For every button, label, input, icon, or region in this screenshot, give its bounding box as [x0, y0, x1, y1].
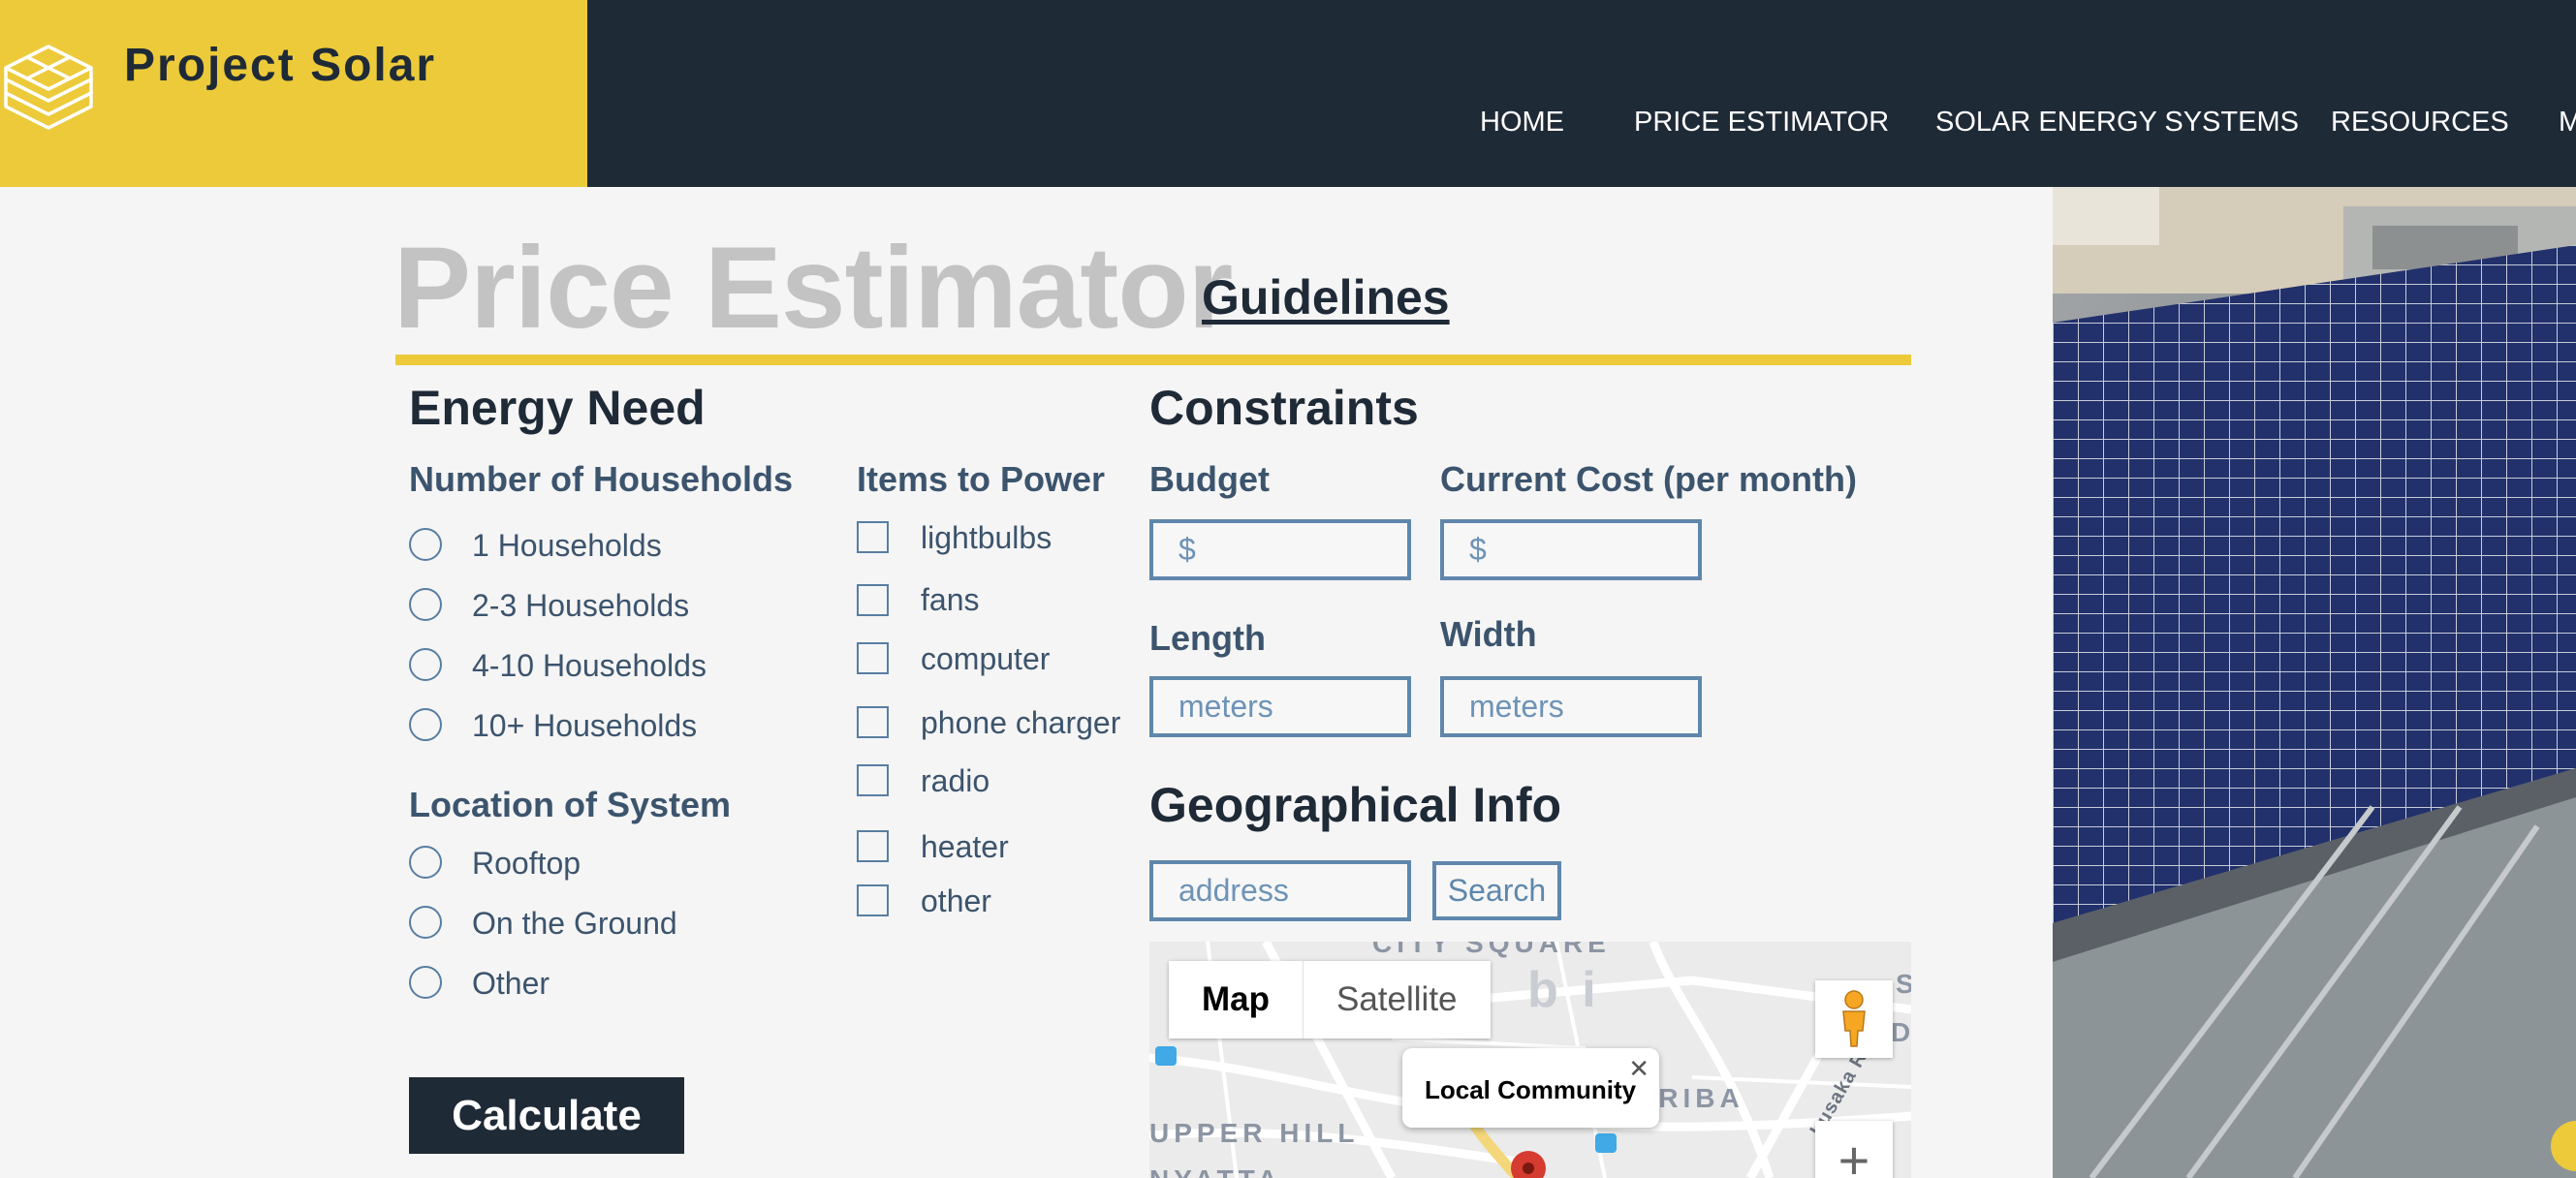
map-label-partial-s: S [1896, 969, 1911, 999]
current-cost-input[interactable]: $ [1440, 519, 1702, 580]
radio-10plus-households-label[interactable]: 10+ Households [472, 708, 697, 744]
zoom-in-button[interactable]: + [1815, 1121, 1893, 1178]
map-type-control: Map Satellite [1169, 961, 1491, 1038]
length-label: Length [1149, 618, 1266, 658]
nav-resources[interactable]: RESOURCES [2331, 107, 2509, 139]
guidelines-link[interactable]: Guidelines [1202, 269, 1450, 326]
radio-rooftop[interactable] [409, 846, 442, 879]
nav-price-estimator[interactable]: PRICE ESTIMATOR [1634, 107, 1889, 139]
households-label: Number of Households [409, 459, 794, 499]
checkbox-other-item-label[interactable]: other [921, 884, 991, 919]
radio-2-3-households[interactable] [409, 588, 442, 621]
location-label: Location of System [409, 785, 732, 824]
info-window-title: Local Community [1425, 1075, 1637, 1104]
checkbox-other-item[interactable] [857, 884, 889, 916]
items-to-power-label: Items to Power [857, 459, 1106, 499]
checkbox-computer-label[interactable]: computer [921, 641, 1050, 677]
stacked-cubes-icon [4, 45, 93, 130]
checkbox-radio[interactable] [857, 764, 889, 796]
checkbox-heater[interactable] [857, 830, 889, 862]
nav-home[interactable]: HOME [1480, 107, 1564, 139]
radio-other-location-label[interactable]: Other [472, 966, 550, 1002]
plus-icon: + [1838, 1130, 1870, 1178]
address-input[interactable]: address [1149, 860, 1411, 921]
length-input[interactable]: meters [1149, 676, 1411, 737]
checkbox-phone-charger[interactable] [857, 706, 889, 738]
close-icon[interactable]: ✕ [1628, 1054, 1649, 1084]
site-header: Project Solar HOME PRICE ESTIMATOR SOLAR… [0, 0, 2576, 187]
map-label-bottom-partial: NYATTA [1149, 1164, 1282, 1178]
width-input[interactable]: meters [1440, 676, 1702, 737]
radio-4-10-households-label[interactable]: 4-10 Households [472, 648, 707, 684]
checkbox-heater-label[interactable]: heater [921, 829, 1009, 865]
checkbox-phone-charger-label[interactable]: phone charger [921, 705, 1120, 741]
checkbox-radio-label[interactable]: radio [921, 763, 990, 799]
calculate-button[interactable]: Calculate [409, 1077, 684, 1154]
radio-other-location[interactable] [409, 966, 442, 999]
map-view-button[interactable]: Map [1169, 961, 1303, 1038]
constraints-heading: Constraints [1149, 381, 1419, 435]
current-cost-label: Current Cost (per month) [1440, 459, 1857, 499]
map-label-partial: b i [1527, 962, 1601, 1018]
checkbox-fans-label[interactable]: fans [921, 582, 979, 618]
solar-panels-photo [2053, 187, 2576, 1178]
satellite-view-button[interactable]: Satellite [1303, 961, 1491, 1038]
checkbox-lightbulbs[interactable] [857, 521, 889, 553]
nav-solar-energy-systems[interactable]: SOLAR ENERGY SYSTEMS [1935, 107, 2299, 139]
map-label-partial-di: DI [1891, 1017, 1911, 1047]
radio-10plus-households[interactable] [409, 708, 442, 741]
title-divider [395, 355, 1911, 365]
brand-block[interactable]: Project Solar [0, 0, 587, 187]
page-title: Price Estimator [393, 223, 1233, 353]
energy-need-heading: Energy Need [409, 381, 706, 435]
radio-4-10-households[interactable] [409, 648, 442, 681]
brand-name: Project Solar [124, 40, 437, 91]
search-button[interactable]: Search [1432, 861, 1561, 920]
radio-1-household[interactable] [409, 528, 442, 561]
map-label-upper-hill: UPPER HILL [1149, 1118, 1360, 1148]
nav-more-truncated[interactable]: M [2559, 107, 2576, 139]
geo-heading: Geographical Info [1149, 778, 1562, 832]
radio-on-the-ground-label[interactable]: On the Ground [472, 906, 677, 942]
map-label-city-square: CITY SQUARE [1372, 942, 1611, 958]
radio-rooftop-label[interactable]: Rooftop [472, 846, 581, 882]
radio-2-3-households-label[interactable]: 2-3 Households [472, 588, 689, 624]
google-map[interactable]: CITY SQUARE UPPER HILL ARIBA b i S DI NY… [1149, 942, 1911, 1178]
checkbox-lightbulbs-label[interactable]: lightbulbs [921, 520, 1052, 556]
checkbox-computer[interactable] [857, 642, 889, 674]
budget-label: Budget [1149, 459, 1270, 499]
map-info-window: Local Community ✕ [1402, 1048, 1659, 1128]
budget-input[interactable]: $ [1149, 519, 1411, 580]
radio-on-the-ground[interactable] [409, 906, 442, 939]
street-view-pegman-icon[interactable] [1815, 980, 1893, 1058]
checkbox-fans[interactable] [857, 584, 889, 616]
radio-1-household-label[interactable]: 1 Households [472, 528, 662, 564]
width-label: Width [1440, 614, 1537, 654]
